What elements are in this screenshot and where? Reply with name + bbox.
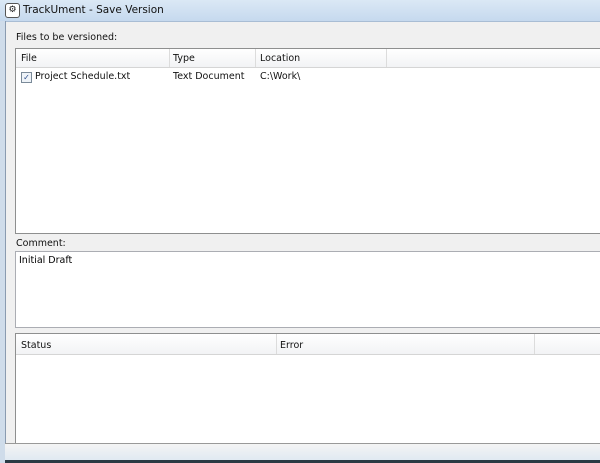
status-list-header: Status Error [16, 334, 600, 355]
button-bar [5, 443, 600, 461]
file-location: C:\Work\ [260, 71, 301, 82]
file-type: Text Document [173, 71, 245, 82]
files-list[interactable]: File Type Location ✓ Project Schedule.tx… [15, 48, 600, 234]
window-frame [0, 21, 6, 463]
column-header-file[interactable]: File [21, 53, 37, 64]
column-header-status[interactable]: Status [21, 340, 51, 351]
window-title: TrackUment - Save Version [23, 4, 164, 16]
files-list-header: File Type Location [16, 49, 600, 68]
file-checkbox[interactable]: ✓ [21, 72, 32, 83]
comment-input[interactable] [15, 251, 600, 328]
title-bar[interactable]: ⚙ TrackUment - Save Version [0, 0, 600, 22]
column-header-location[interactable]: Location [260, 53, 300, 64]
column-header-type[interactable]: Type [173, 53, 195, 64]
status-list[interactable]: Status Error [15, 333, 600, 444]
app-icon: ⚙ [5, 3, 20, 18]
file-name: Project Schedule.txt [35, 71, 131, 82]
files-label: Files to be versioned: [16, 32, 118, 43]
comment-label: Comment: [16, 238, 66, 249]
column-header-error[interactable]: Error [280, 340, 303, 351]
